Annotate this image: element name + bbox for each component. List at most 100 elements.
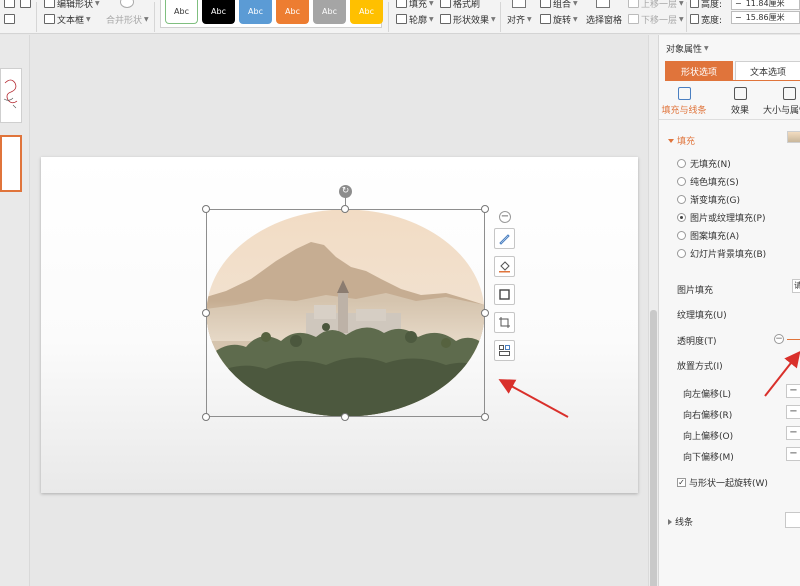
textbox-icon [44,14,55,24]
send-backward-icon [628,14,639,24]
style-swatch-4[interactable]: Abc [276,0,309,24]
tab-text-options[interactable]: 文本选项 [735,61,800,81]
fill-option-3[interactable]: 渐变填充(G) [677,193,740,206]
line-section-header[interactable]: 线条 [668,515,693,528]
send-backward-label: 下移一层 [641,15,678,26]
transparency-decrease-icon[interactable]: − [774,334,784,344]
fill-option-6[interactable]: 幻灯片背景填充(B) [677,247,766,260]
resize-handle-top[interactable] [341,205,349,213]
height-field[interactable]: − 11.84厘米 [731,0,800,10]
resize-handle-left[interactable] [202,309,210,317]
picture-fill-select[interactable]: 请 [792,279,800,293]
fill-section-header[interactable]: 填充 [668,134,695,147]
merge-shape-button[interactable]: 合并形状 ▼ [106,12,149,26]
selection-frame [206,209,485,417]
subtab-effects[interactable]: 效果 [715,85,765,117]
fill-preview-chip[interactable] [787,131,800,143]
radio-button[interactable] [677,177,686,186]
resize-handle-bottom-right[interactable] [481,413,489,421]
ribbon-separator [36,2,37,32]
align-icon [512,0,526,8]
ribbon-shape-icons[interactable] [4,0,15,10]
expand-triangle-icon [668,138,674,143]
textbox-button[interactable]: 文本框 ▼ [44,12,91,26]
width-decrement[interactable]: − [735,13,742,22]
radio-button[interactable] [677,231,686,240]
radio-button[interactable] [677,213,686,222]
format-painter-icon [440,0,451,8]
fill-option-label: 幻灯片背景填充(B) [690,250,767,260]
align-button[interactable]: 对齐 ▼ [507,12,532,26]
fill-option-label: 图案填充(A) [690,232,740,242]
bring-forward-button[interactable]: 上移一层 ▼ [628,0,684,10]
subtab-fill-line[interactable]: 填充与线条 [659,85,709,117]
offset-decrement-1[interactable]: − [786,384,800,398]
chevron-down-icon: ▼ [679,0,684,7]
curve-shape-icon [4,14,15,24]
slide-thumbnail-1[interactable] [0,68,22,123]
resize-handle-bottom[interactable] [341,413,349,421]
fill-option-5[interactable]: 图案填充(A) [677,229,739,242]
height-icon [690,0,699,8]
collapse-toolbar-icon[interactable]: − [499,211,511,223]
floating-outline-button[interactable] [494,284,515,305]
tab-underline [665,80,800,81]
crop-icon [499,317,510,328]
scrollbar-thumb[interactable] [650,310,657,586]
fill-option-4[interactable]: 图片或纹理填充(P) [677,211,765,224]
style-swatch-5[interactable]: Abc [313,0,346,24]
style-swatch-2[interactable]: Abc [202,0,235,24]
slide-thumbnail-2[interactable] [0,135,22,192]
resize-handle-top-left[interactable] [202,205,210,213]
chevron-down-icon: ▼ [679,15,684,23]
fill-option-2[interactable]: 纯色填充(S) [677,175,739,188]
fill-line-icon [677,87,691,100]
format-painter-label: 格式刷 [453,0,481,10]
chevron-down-icon: ▼ [86,15,91,23]
resize-handle-top-right[interactable] [481,205,489,213]
edit-shape-button[interactable]: 编辑形状 ▼ [44,0,100,10]
shape-effects-button[interactable]: 形状效果 ▼ [440,12,496,26]
tab-shape-options[interactable]: 形状选项 [665,61,733,81]
fill-section-label: 填充 [677,137,696,147]
style-swatch-3[interactable]: Abc [239,0,272,24]
selection-pane-button[interactable]: 选择窗格 [586,12,622,26]
panel-title[interactable]: 对象属性 ▼ [666,42,709,55]
floating-edit-button[interactable] [494,228,515,249]
resize-handle-right[interactable] [481,309,489,317]
send-backward-button[interactable]: 下移一层 ▼ [628,12,684,26]
style-swatch-6[interactable]: Abc [350,0,383,24]
rotate-with-shape-checkbox[interactable]: ✓ 与形状一起旋转(W) [677,476,768,489]
format-painter-button[interactable]: 格式刷 [440,0,480,10]
floating-fill-button[interactable] [494,256,515,277]
line-style-field[interactable] [785,512,800,528]
rotate-button[interactable]: 旋转 ▼ [540,12,578,26]
size-icon [783,87,796,100]
width-field[interactable]: − 15.86厘米 [731,11,800,24]
slide-thumbnail-pane [0,35,30,586]
ribbon-shape-icons-3[interactable] [20,0,31,10]
floating-crop-button[interactable] [494,312,515,333]
offset-decrement-3[interactable]: − [786,426,800,440]
offset-decrement-4[interactable]: − [786,447,800,461]
subtab-size[interactable]: 大小与属性 [763,85,800,117]
floating-layout-button[interactable] [494,340,515,361]
style-swatch-1[interactable]: Abc [165,0,198,24]
rotate-handle-icon[interactable]: ↻ [339,185,352,198]
outline-button[interactable]: 轮廓 ▼ [396,12,434,26]
ribbon-shape-icons-2[interactable] [4,12,15,26]
fill-option-1[interactable]: 无填充(N) [677,157,731,170]
panel-divider [659,119,800,120]
canvas-vertical-scrollbar[interactable] [648,35,658,586]
radio-button[interactable] [677,195,686,204]
ribbon-toolbar: 编辑形状 ▼ 文本框 ▼ 合并形状 ▼ Abc Abc Abc Abc Abc Abc 填… [0,0,800,34]
radio-button[interactable] [677,249,686,258]
transparency-slider[interactable] [787,339,800,340]
offset-decrement-2[interactable]: − [786,405,800,419]
height-decrement[interactable]: − [735,0,742,8]
radio-button[interactable] [677,159,686,168]
resize-handle-bottom-left[interactable] [202,413,210,421]
fill-button[interactable]: 填充 ▼ [396,0,434,10]
group-button[interactable]: 组合 ▼ [540,0,578,10]
offset-label-4: 向下偏移(M) [683,453,734,463]
